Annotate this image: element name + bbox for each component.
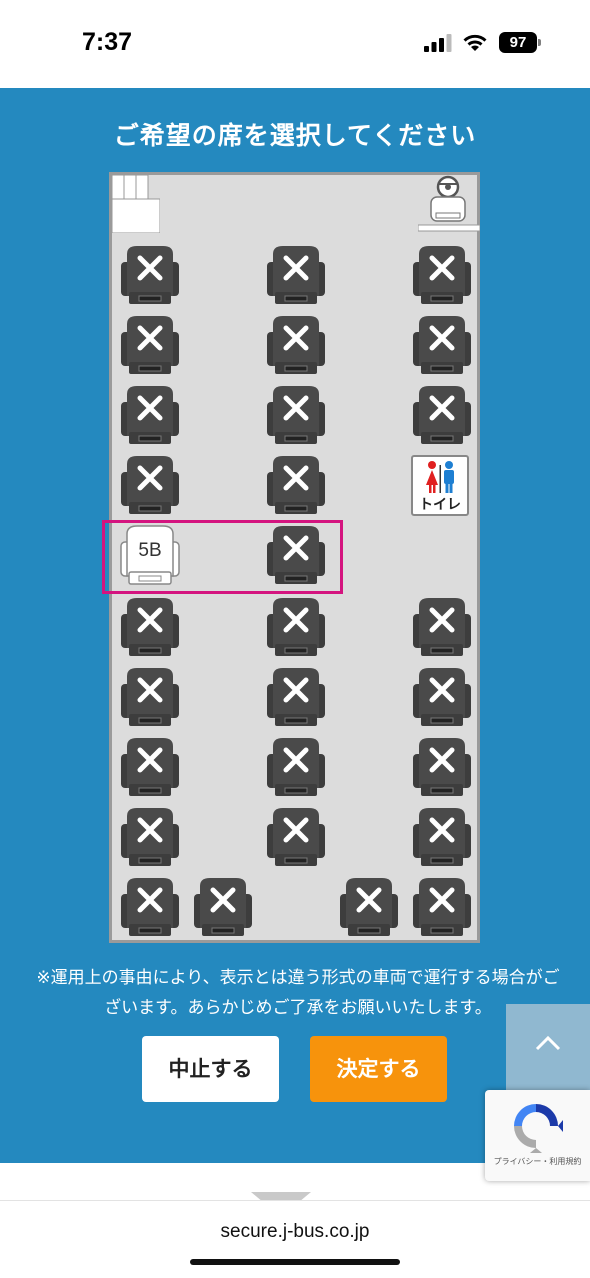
seat-unavailable-icon (121, 246, 179, 304)
restroom-icon (426, 461, 454, 493)
seat-unavailable (411, 314, 473, 376)
seat-unavailable-icon (267, 316, 325, 374)
seat-unavailable (411, 244, 473, 306)
recaptcha-badge[interactable]: プライバシー・利用規約 (485, 1090, 590, 1181)
seat-unavailable-icon (121, 878, 179, 936)
toilet-label: トイレ (419, 497, 461, 513)
seat-unavailable-icon (413, 808, 471, 866)
chevron-up-icon (535, 1035, 561, 1051)
seat-unavailable (192, 876, 254, 938)
seat-unavailable (119, 806, 181, 868)
battery-tip (538, 39, 541, 46)
seat-unavailable-icon (413, 878, 471, 936)
confirm-button[interactable]: 決定する (310, 1036, 447, 1102)
seat-unavailable (265, 314, 327, 376)
seat-unavailable-icon (413, 738, 471, 796)
seat-unavailable (119, 876, 181, 938)
seat-unavailable-icon (413, 386, 471, 444)
seat-unavailable (411, 596, 473, 658)
seat-unavailable-icon (121, 456, 179, 514)
toilet-marker: トイレ (411, 455, 469, 516)
seat-unavailable-icon (413, 598, 471, 656)
browser-address-bar[interactable]: secure.j-bus.co.jp (0, 1200, 590, 1278)
seat-unavailable (119, 454, 181, 516)
seat-unavailable-icon (121, 738, 179, 796)
seat-unavailable-icon (267, 598, 325, 656)
selected-row-highlight (102, 520, 343, 594)
seat-unavailable-icon (121, 386, 179, 444)
seat-unavailable (265, 806, 327, 868)
seat-unavailable-icon (340, 878, 398, 936)
recaptcha-icon (514, 1104, 563, 1153)
seat-unavailable (265, 384, 327, 446)
cellular-signal-icon (424, 34, 452, 52)
seat-unavailable (411, 666, 473, 728)
seat-unavailable (411, 384, 473, 446)
seat-unavailable (411, 876, 473, 938)
operation-notice: ※運用上の事由により、表示とは違う形式の車両で運行する場合がございます。あらかじ… (36, 968, 560, 1018)
seat-unavailable (119, 384, 181, 446)
seat-unavailable (265, 596, 327, 658)
seat-unavailable (119, 736, 181, 798)
seat-unavailable (119, 596, 181, 658)
battery-level: 97 (499, 32, 537, 53)
page-title: ご希望の席を選択してください (113, 121, 477, 150)
seat-unavailable-icon (121, 598, 179, 656)
seat-unavailable-icon (413, 316, 471, 374)
wifi-icon (463, 34, 487, 51)
seat-unavailable-icon (413, 246, 471, 304)
seat-unavailable-icon (267, 456, 325, 514)
stairs-icon (112, 175, 160, 233)
seat-unavailable (265, 666, 327, 728)
battery-indicator: 97 (499, 32, 543, 53)
seat-unavailable (119, 244, 181, 306)
seat-unavailable-icon (267, 808, 325, 866)
seat-unavailable-icon (267, 668, 325, 726)
seat-unavailable-icon (121, 808, 179, 866)
seat-unavailable (265, 454, 327, 516)
seat-unavailable (119, 314, 181, 376)
seat-unavailable (338, 876, 400, 938)
seat-unavailable-icon (267, 246, 325, 304)
status-time: 7:37 (82, 28, 133, 56)
driver-seat-icon (418, 175, 480, 232)
seat-unavailable-icon (121, 316, 179, 374)
scroll-to-top-button[interactable] (506, 1004, 590, 1090)
seat-unavailable-icon (121, 668, 179, 726)
seat-unavailable-icon (267, 738, 325, 796)
url-text: secure.j-bus.co.jp (220, 1221, 370, 1242)
seat-unavailable (265, 736, 327, 798)
seat-unavailable-icon (413, 668, 471, 726)
cancel-button[interactable]: 中止する (142, 1036, 279, 1102)
recaptcha-links[interactable]: プライバシー・利用規約 (485, 1156, 590, 1167)
seat-unavailable (411, 806, 473, 868)
seat-unavailable (411, 736, 473, 798)
seat-unavailable-icon (267, 386, 325, 444)
seat-unavailable-icon (194, 878, 252, 936)
seat-unavailable (265, 244, 327, 306)
home-indicator (190, 1259, 400, 1265)
status-bar: 7:37 97 (0, 0, 590, 88)
seat-unavailable (119, 666, 181, 728)
